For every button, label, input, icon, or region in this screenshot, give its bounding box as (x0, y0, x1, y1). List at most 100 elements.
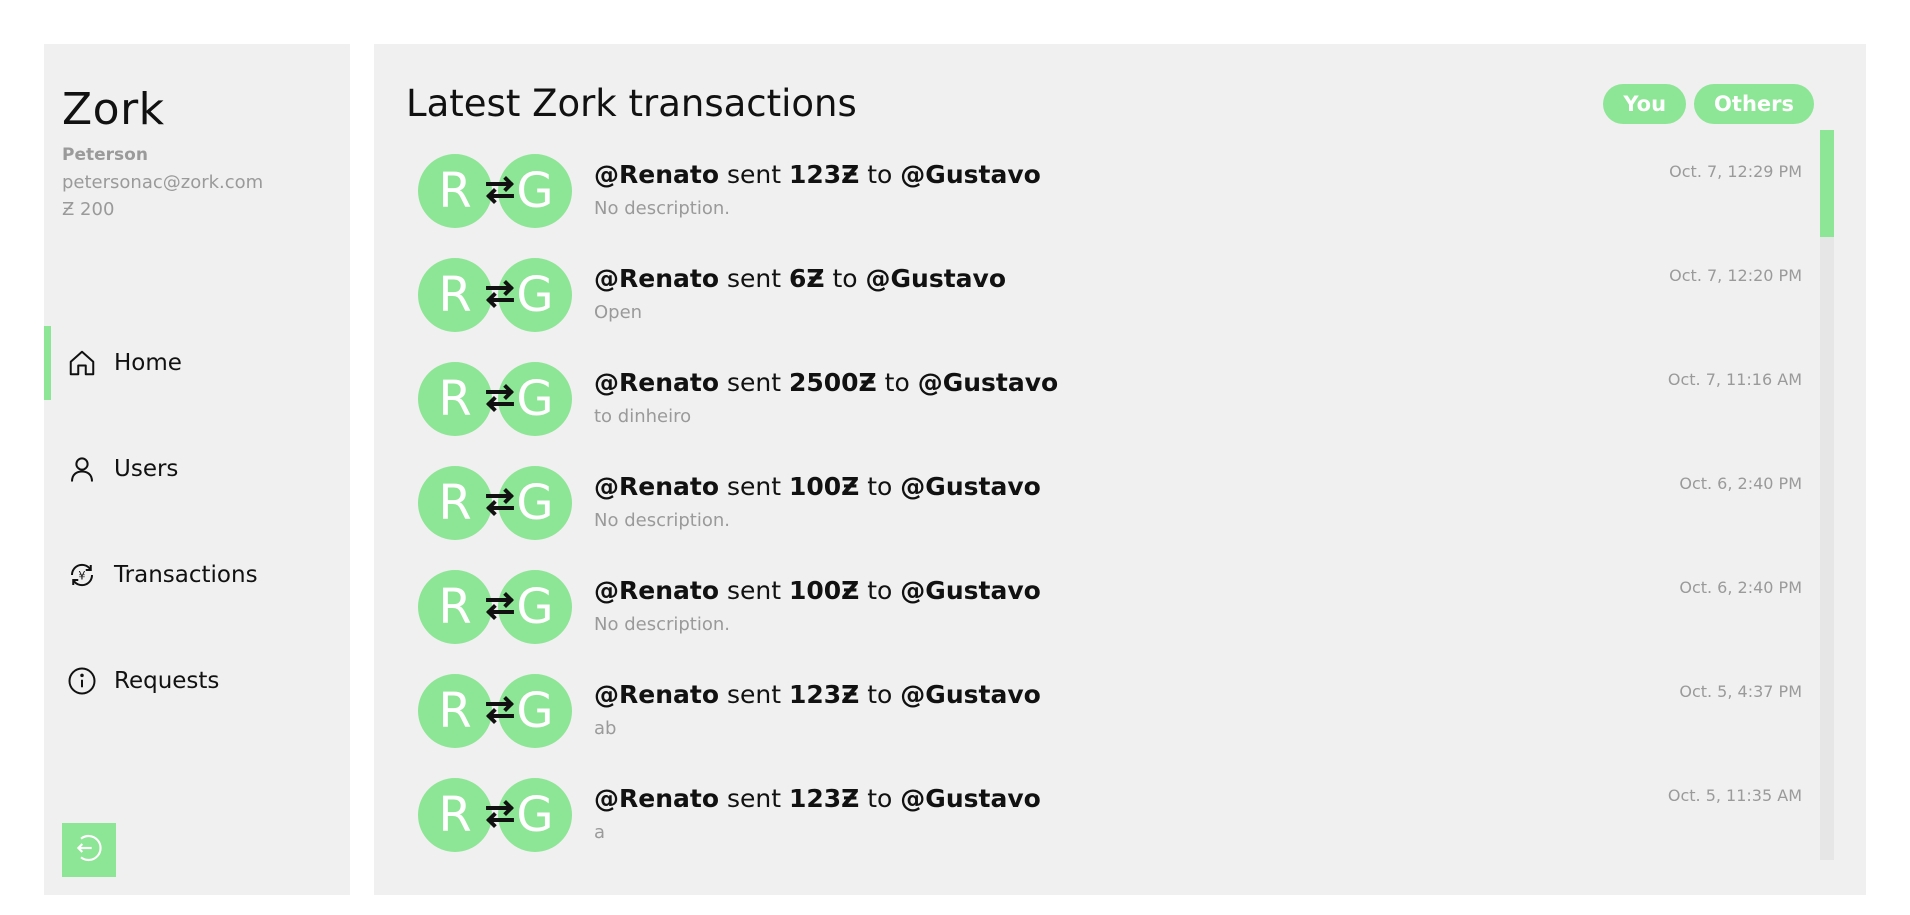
transaction-timestamp: Oct. 7, 11:16 AM (1667, 370, 1802, 389)
swap-arrows-icon (485, 695, 515, 725)
transaction-connector: to (867, 160, 893, 189)
transaction-timestamp: Oct. 5, 11:35 AM (1667, 786, 1802, 805)
transaction-row[interactable]: R G @Renato sent 6Ƶ to @Gustavo Open Oct. 7,… (374, 234, 1814, 338)
sidebar-item-users[interactable]: Users (44, 432, 350, 506)
logout-button[interactable] (62, 823, 116, 877)
sender-handle[interactable]: @Renato (594, 160, 719, 189)
user-icon (66, 453, 98, 485)
sender-avatar: R (418, 674, 492, 748)
svg-text:¥: ¥ (78, 569, 85, 582)
transaction-timestamp: Oct. 5, 4:37 PM (1679, 682, 1802, 701)
transaction-description: Open (594, 302, 643, 323)
transaction-summary: @Renato sent 2500Ƶ to @Gustavo (594, 368, 1058, 397)
filter-you-button[interactable]: You (1603, 84, 1687, 124)
sender-avatar: R (418, 154, 492, 228)
user-email: petersonac@zork.com (62, 172, 264, 193)
sidebar-nav: Home Users ¥ Transactions Requests (44, 326, 350, 750)
sender-handle[interactable]: @Renato (594, 264, 719, 293)
filter-group: You Others (1603, 84, 1814, 124)
sender-avatar: R (418, 258, 492, 332)
transaction-summary: @Renato sent 100Ƶ to @Gustavo (594, 576, 1041, 605)
transaction-amount: 123Ƶ (788, 680, 860, 709)
sender-avatar: R (418, 778, 492, 852)
sidebar-item-label: Transactions (114, 562, 258, 588)
transaction-description: ab (594, 718, 617, 739)
sender-handle[interactable]: @Renato (594, 680, 719, 709)
transaction-amount: 100Ƶ (788, 576, 860, 605)
transaction-row[interactable]: R G @Renato sent 100Ƶ to @Gustavo No descri… (374, 442, 1814, 546)
recipient-handle[interactable]: @Gustavo (900, 784, 1041, 813)
sidebar-item-home[interactable]: Home (44, 326, 350, 400)
sender-avatar: R (418, 570, 492, 644)
sidebar: Zork Peterson petersonac@zork.com Ƶ 200 … (44, 44, 350, 895)
sidebar-item-transactions[interactable]: ¥ Transactions (44, 538, 350, 612)
info-icon (66, 665, 98, 697)
transaction-row[interactable]: R G @Renato sent 123Ƶ to @Gustavo ab Oct. 5,… (374, 650, 1814, 754)
transaction-verb: sent (726, 784, 782, 813)
sender-handle[interactable]: @Renato (594, 576, 719, 605)
transaction-row[interactable]: R G @Renato sent 123Ƶ to @Gustavo a Oct. 5, … (374, 754, 1814, 858)
recipient-handle[interactable]: @Gustavo (900, 680, 1041, 709)
recipient-handle[interactable]: @Gustavo (918, 368, 1059, 397)
recipient-handle[interactable]: @Gustavo (900, 160, 1041, 189)
transaction-summary: @Renato sent 123Ƶ to @Gustavo (594, 160, 1041, 189)
transaction-connector: to (867, 576, 893, 605)
transaction-connector: to (867, 472, 893, 501)
sidebar-item-label: Requests (114, 668, 220, 694)
scrollbar-thumb[interactable] (1820, 130, 1834, 237)
transaction-description: No description. (594, 198, 731, 219)
recipient-handle[interactable]: @Gustavo (866, 264, 1007, 293)
transaction-connector: to (867, 680, 893, 709)
transaction-row[interactable]: R G @Renato sent 2500Ƶ to @Gustavo to dinhe… (374, 338, 1814, 442)
transaction-verb: sent (726, 368, 782, 397)
transaction-amount: 2500Ƶ (788, 368, 877, 397)
transaction-description: to dinheiro (594, 406, 692, 427)
transaction-summary: @Renato sent 123Ƶ to @Gustavo (594, 784, 1041, 813)
main-panel: Latest Zork transactions You Others R G @R… (374, 44, 1866, 895)
swap-arrows-icon (485, 799, 515, 829)
sender-avatar: R (418, 362, 492, 436)
transaction-summary: @Renato sent 100Ƶ to @Gustavo (594, 472, 1041, 501)
recipient-handle[interactable]: @Gustavo (900, 576, 1041, 605)
transaction-description: No description. (594, 614, 731, 635)
transaction-summary: @Renato sent 123Ƶ to @Gustavo (594, 680, 1041, 709)
transaction-connector: to (832, 264, 858, 293)
logout-icon (73, 832, 105, 868)
transaction-row[interactable]: R G @Renato sent 123Ƶ to @Gustavo No descri… (374, 130, 1814, 234)
recipient-handle[interactable]: @Gustavo (900, 472, 1041, 501)
transaction-amount: 6Ƶ (788, 264, 825, 293)
transaction-list: R G @Renato sent 123Ƶ to @Gustavo No descri… (374, 130, 1834, 860)
sidebar-item-label: Home (114, 350, 182, 376)
transaction-summary: @Renato sent 6Ƶ to @Gustavo (594, 264, 1006, 293)
transaction-verb: sent (726, 160, 782, 189)
swap-arrows-icon (485, 487, 515, 517)
sender-handle[interactable]: @Renato (594, 784, 719, 813)
transaction-amount: 123Ƶ (788, 160, 860, 189)
transaction-verb: sent (726, 264, 782, 293)
transaction-description: No description. (594, 510, 731, 531)
sender-handle[interactable]: @Renato (594, 472, 719, 501)
home-icon (66, 347, 98, 379)
sender-handle[interactable]: @Renato (594, 368, 719, 397)
transaction-verb: sent (726, 576, 782, 605)
transaction-timestamp: Oct. 6, 2:40 PM (1679, 474, 1802, 493)
sender-avatar: R (418, 466, 492, 540)
transaction-timestamp: Oct. 6, 2:40 PM (1679, 578, 1802, 597)
swap-arrows-icon (485, 591, 515, 621)
transaction-amount: 123Ƶ (788, 784, 860, 813)
transaction-description: a (594, 822, 606, 843)
swap-arrows-icon (485, 383, 515, 413)
scrollbar[interactable] (1820, 130, 1834, 860)
sidebar-item-requests[interactable]: Requests (44, 644, 350, 718)
page-title: Latest Zork transactions (406, 82, 857, 125)
user-name: Peterson (62, 145, 148, 165)
transaction-row[interactable]: R G @Renato sent 100Ƶ to @Gustavo No descri… (374, 546, 1814, 650)
transaction-timestamp: Oct. 7, 12:20 PM (1669, 266, 1802, 285)
transaction-timestamp: Oct. 7, 12:29 PM (1669, 162, 1802, 181)
transaction-amount: 100Ƶ (788, 472, 860, 501)
transaction-connector: to (867, 784, 893, 813)
transaction-connector: to (884, 368, 910, 397)
filter-others-button[interactable]: Others (1694, 84, 1814, 124)
transaction-verb: sent (726, 680, 782, 709)
swap-arrows-icon (485, 279, 515, 309)
